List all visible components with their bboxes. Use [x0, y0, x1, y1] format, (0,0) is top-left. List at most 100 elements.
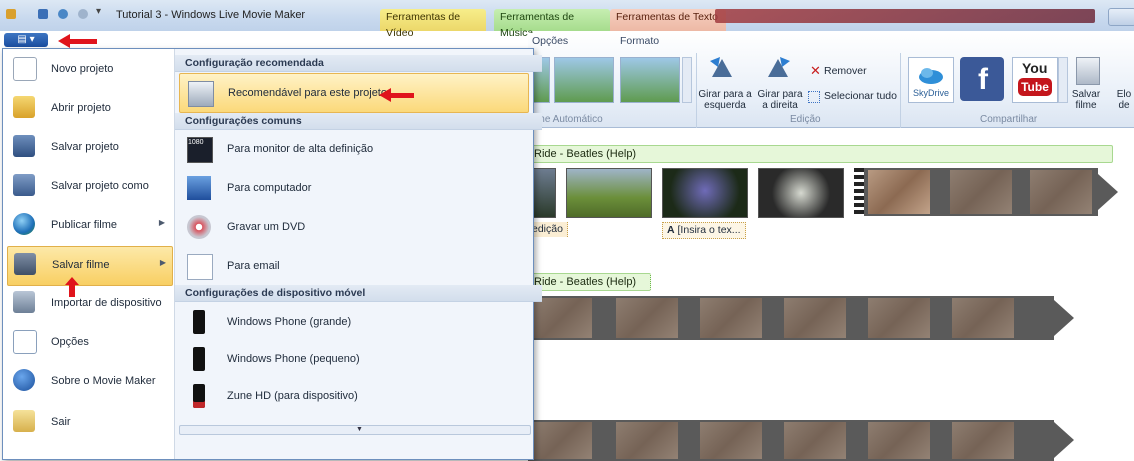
submenu-scrollbar[interactable]: ▼	[179, 425, 531, 435]
section-mobile: Configurações de dispositivo móvel	[175, 285, 542, 302]
redo-icon[interactable]	[78, 9, 88, 19]
camera-import-icon	[13, 291, 35, 313]
remove-icon[interactable]: ✕	[810, 63, 821, 79]
text-tag[interactable]: A [Insira o tex...	[662, 222, 746, 239]
menu-item-save-project-as[interactable]: Salvar projeto como	[7, 168, 171, 206]
text-tag-icon: A	[667, 224, 675, 236]
automovie-theme-thumb[interactable]	[620, 57, 680, 103]
save-movie-icon[interactable]	[1076, 57, 1100, 85]
open-folder-icon	[13, 96, 35, 118]
dvd-icon	[187, 215, 211, 239]
music-caption-1[interactable]: Ride - Beatles (Help)	[528, 145, 1113, 163]
menu-item-options[interactable]: Opções	[7, 324, 171, 362]
info-icon	[13, 369, 35, 391]
file-menu-button[interactable]: ▤ ▾	[4, 33, 48, 47]
music-caption-2[interactable]: Ride - Beatles (Help)	[528, 273, 651, 291]
youtube-icon[interactable]: You Tube	[1012, 57, 1058, 103]
film-save-icon	[14, 253, 36, 275]
customize-qat-icon[interactable]: ▾	[96, 6, 101, 17]
tab-options[interactable]: Opções	[532, 33, 568, 49]
title-bar: ▾ Tutorial 3 - Windows Live Movie Maker …	[0, 0, 1134, 39]
remove-button[interactable]: Remover	[824, 65, 867, 77]
submenu-item-recommended[interactable]: Recomendável para este projeto	[179, 73, 529, 113]
menu-item-import-device[interactable]: Importar de dispositivo	[7, 285, 171, 323]
select-all-icon	[808, 91, 820, 103]
skydrive-label: SkyDrive	[913, 88, 950, 98]
cloud-icon	[919, 68, 943, 84]
zune-icon	[193, 384, 205, 408]
menu-item-save-project[interactable]: Salvar projeto	[7, 129, 171, 167]
rotate-left-label[interactable]: Girar para a esquerda	[698, 89, 752, 111]
clip-thumb[interactable]	[566, 168, 652, 218]
undo-icon[interactable]	[58, 9, 68, 19]
exit-icon	[13, 410, 35, 432]
strip-end-arrow	[1054, 422, 1074, 458]
file-menu-commands: Novo projeto Abrir projeto Salvar projet…	[3, 49, 174, 459]
submenu-item-wp-small[interactable]: Windows Phone (pequeno)	[179, 340, 527, 378]
menu-item-about[interactable]: Sobre o Movie Maker	[7, 363, 171, 401]
ribbon: Opções Formato Filme Automático Girar pa…	[526, 33, 1134, 129]
hd-monitor-icon: 1080	[187, 137, 213, 163]
automovie-theme-thumb[interactable]	[554, 57, 614, 103]
window-title: Tutorial 3 - Windows Live Movie Maker	[116, 9, 306, 21]
globe-icon	[13, 213, 35, 235]
email-icon	[187, 254, 213, 280]
skydrive-button[interactable]: SkyDrive	[908, 57, 954, 103]
section-common: Configurações comuns	[175, 113, 542, 130]
title-bar-glass	[715, 9, 1095, 23]
facebook-icon[interactable]: f	[960, 57, 1004, 101]
storyboard: Ride - Beatles (Help) edição A [Insira o…	[528, 128, 1134, 461]
save-icon	[13, 135, 35, 157]
tab-video-tools[interactable]: Ferramentas de Vídeo	[380, 9, 486, 39]
quick-save-icon[interactable]	[38, 9, 48, 19]
minimize-button[interactable]	[1108, 8, 1134, 26]
menu-item-publish-movie[interactable]: Publicar filme ▶	[7, 207, 171, 245]
text-tag-label: [Insira o tex...	[677, 224, 741, 236]
menu-item-open-project[interactable]: Abrir projeto	[7, 90, 171, 128]
gallery-scroll[interactable]	[682, 57, 692, 103]
annotation-arrow-save-movie	[65, 277, 79, 297]
new-project-icon	[13, 57, 37, 81]
submenu-arrow-icon: ▶	[159, 258, 166, 267]
menu-item-new-project[interactable]: Novo projeto	[7, 51, 171, 89]
submenu-item-email[interactable]: Para email	[179, 247, 527, 285]
sign-in-button[interactable]: Elo de	[1114, 89, 1134, 111]
group-separator	[696, 53, 697, 129]
options-icon	[13, 330, 37, 354]
computer-icon	[187, 176, 211, 200]
group-label-share: Compartilhar	[980, 114, 1038, 125]
save-movie-submenu: Configuração recomendada Recomendável pa…	[174, 49, 542, 459]
menu-item-save-movie[interactable]: Salvar filme ▶	[7, 246, 173, 286]
submenu-arrow-icon: ▶	[158, 218, 165, 227]
strip-end-arrow	[1098, 174, 1118, 210]
app-icon	[6, 9, 16, 19]
rotate-right-icon[interactable]	[764, 55, 792, 79]
tab-format[interactable]: Formato	[620, 33, 659, 49]
save-as-icon	[13, 174, 35, 196]
scroll-down-icon[interactable]: ▼	[356, 426, 363, 434]
submenu-item-dvd[interactable]: Gravar um DVD	[179, 208, 527, 246]
strip-end-arrow	[1054, 300, 1074, 336]
tab-text-tools[interactable]: Ferramentas de Texto	[610, 9, 726, 31]
tab-music-tools[interactable]: Ferramentas de Música	[494, 9, 610, 39]
menu-item-exit[interactable]: Sair	[7, 404, 171, 442]
save-movie-button[interactable]: Salvar filme	[1068, 89, 1104, 111]
recommended-icon	[188, 81, 214, 107]
share-gallery-scroll[interactable]	[1058, 57, 1068, 103]
phone-icon	[193, 310, 205, 334]
video-strip[interactable]	[528, 296, 1054, 340]
section-recommended: Configuração recomendada	[175, 55, 542, 72]
video-strip[interactable]	[854, 168, 1098, 216]
rotate-left-icon[interactable]	[708, 55, 736, 79]
submenu-item-wp-large[interactable]: Windows Phone (grande)	[179, 303, 527, 341]
clip-thumb[interactable]	[758, 168, 844, 218]
video-strip[interactable]	[528, 420, 1054, 461]
group-label-edit: Edição	[790, 114, 821, 125]
submenu-item-hd-monitor[interactable]: 1080 Para monitor de alta definição	[179, 130, 527, 168]
submenu-item-zune[interactable]: Zune HD (para dispositivo)	[179, 377, 527, 415]
rotate-right-label[interactable]: Girar para a direita	[756, 89, 804, 111]
phone-icon	[193, 347, 205, 371]
submenu-item-computer[interactable]: Para computador	[179, 169, 527, 207]
select-all-button[interactable]: Selecionar tudo	[824, 90, 897, 102]
clip-thumb[interactable]	[662, 168, 748, 218]
